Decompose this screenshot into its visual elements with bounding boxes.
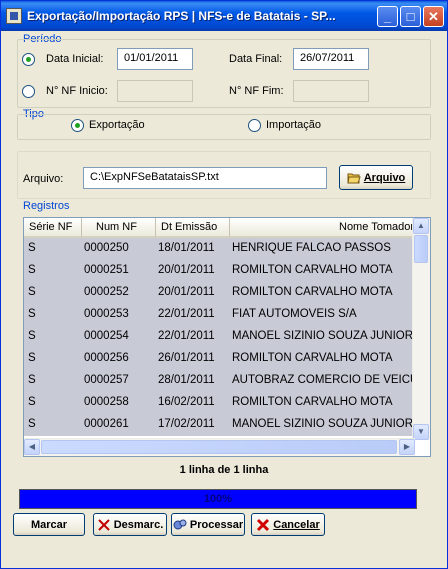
marcar-button[interactable]: Marcar xyxy=(13,513,85,536)
exportacao-radio[interactable] xyxy=(71,119,84,132)
table-cell: S xyxy=(28,264,36,276)
table-cell: S xyxy=(28,396,36,408)
column-header-dt[interactable]: Dt Emissão xyxy=(156,218,230,238)
export-import-window: Exportação/Importação RPS | NFS-e de Bat… xyxy=(0,0,448,569)
table-cell: 28/01/2011 xyxy=(158,374,215,386)
progress-label: 100% xyxy=(203,493,233,505)
table-cell: AUTOBRAZ COMÉRCIO DE VEÍCULOS xyxy=(232,374,414,386)
table-cell: ROMILTON CARVALHO MOTA xyxy=(232,264,393,276)
table-cell: S xyxy=(28,286,36,298)
arquivo-button-label: Arquivo xyxy=(363,171,406,184)
arquivo-field[interactable]: C:\ExpNFSeBatataisSP.txt xyxy=(83,167,327,189)
importacao-radio[interactable] xyxy=(248,119,261,132)
cancelar-button-label: Cancelar xyxy=(273,518,320,531)
title-bar[interactable]: Exportação/Importação RPS | NFS-e de Bat… xyxy=(1,1,447,31)
table-cell: 20/01/2011 xyxy=(158,286,215,298)
table-cell: ROMILTON CARVALHO MOTA xyxy=(232,352,393,364)
cancelar-button[interactable]: Cancelar xyxy=(251,513,325,536)
scroll-down-icon[interactable]: ▼ xyxy=(413,424,429,440)
maximize-button[interactable]: □ xyxy=(400,6,421,27)
table-row[interactable]: S 0000256 26/01/2011 ROMILTON CARVALHO MOTA xyxy=(24,348,415,370)
data-inicial-field[interactable]: 01/01/2011 xyxy=(117,48,193,70)
table-cell: 17/02/2011 xyxy=(158,418,215,430)
table-cell: S xyxy=(28,374,36,386)
table-cell: S xyxy=(28,418,36,430)
registros-section-label: Registros xyxy=(23,200,70,212)
window-title: Exportação/Importação RPS | NFS-e de Bat… xyxy=(27,9,336,23)
table-row[interactable]: S 0000254 22/01/2011 MANOEL SIZINIO SOUZA J… xyxy=(24,326,415,348)
horizontal-scroll-thumb[interactable] xyxy=(41,440,397,454)
nf-inicio-field[interactable] xyxy=(117,80,193,102)
table-cell: MANOEL SIZINIO SOUZA JUNIOR xyxy=(232,330,414,342)
table-row[interactable]: S 0000250 18/01/2011 HENRIQUE FALCÃO PASSOS xyxy=(24,238,415,260)
data-final-field[interactable]: 26/07/2011 xyxy=(293,48,369,70)
table-row[interactable]: S 0000261 17/02/2011 MANOEL SIZINIO SOUZA J… xyxy=(24,414,415,436)
desmarcar-button-label: Desmarc. xyxy=(113,518,164,531)
processar-button-label: Processar xyxy=(189,518,244,531)
registros-status: 1 linha de 1 linha xyxy=(179,464,269,476)
app-icon xyxy=(6,8,22,24)
column-header-nome[interactable]: Nome Tomador xyxy=(230,218,415,238)
table-cell: 0000254 xyxy=(84,330,129,342)
scroll-up-icon[interactable]: ▲ xyxy=(413,218,429,234)
close-button[interactable]: ✕ xyxy=(423,6,444,27)
data-inicial-label: Data Inicial: xyxy=(46,53,104,65)
table-row[interactable]: S 0000252 20/01/2011 ROMILTON CARVALHO MOTA xyxy=(24,282,415,304)
table-row[interactable]: S 0000258 16/02/2011 ROMILTON CARVALHO MOTA xyxy=(24,392,415,414)
table-row[interactable]: S 0000253 22/01/2011 FIAT AUTOMÓVEIS S/A xyxy=(24,304,415,326)
processar-button[interactable]: Processar xyxy=(171,513,245,536)
column-header-num[interactable]: Num NF xyxy=(82,218,156,238)
table-cell: S xyxy=(28,330,36,342)
table-row[interactable]: S 0000257 28/01/2011 AUTOBRAZ COMÉRCIO DE V… xyxy=(24,370,415,392)
data-radio[interactable] xyxy=(22,53,35,66)
table-cell: 0000261 xyxy=(84,418,129,430)
nf-fim-label: N° NF Fim: xyxy=(229,85,284,97)
table-cell: 18/01/2011 xyxy=(158,242,215,254)
table-cell: ROMILTON CARVALHO MOTA xyxy=(232,286,393,298)
table-cell: FIAT AUTOMÓVEIS S/A xyxy=(232,308,357,320)
table-cell: 0000253 xyxy=(84,308,129,320)
table-cell: 22/01/2011 xyxy=(158,308,215,320)
table-cell: 0000252 xyxy=(84,286,129,298)
table-cell: 0000256 xyxy=(84,352,129,364)
nf-radio[interactable] xyxy=(22,85,35,98)
table-cell: 0000251 xyxy=(84,264,129,276)
scroll-right-icon[interactable]: ▶ xyxy=(399,439,415,455)
table-cell: S xyxy=(28,352,36,364)
table-cell: 16/02/2011 xyxy=(158,396,215,408)
importacao-label[interactable]: Importação xyxy=(266,119,321,131)
data-final-label: Data Final: xyxy=(229,53,283,65)
table-cell: 22/01/2011 xyxy=(158,330,215,342)
table-row[interactable]: S 0000251 20/01/2011 ROMILTON CARVALHO MOTA xyxy=(24,260,415,282)
scroll-left-icon[interactable]: ◀ xyxy=(24,439,40,455)
gears-icon xyxy=(173,518,187,532)
table-cell: MANOEL SIZINIO SOUZA JUNIOR xyxy=(232,418,414,430)
cancel-x-icon xyxy=(256,518,270,532)
marcar-button-label: Marcar xyxy=(30,518,68,531)
arquivo-label: Arquivo: xyxy=(23,173,64,185)
exportacao-label[interactable]: Exportação xyxy=(89,119,145,131)
arquivo-button[interactable]: Arquivo xyxy=(339,165,413,190)
horizontal-scrollbar[interactable]: ◀ ▶ xyxy=(24,438,415,456)
table-cell: 0000257 xyxy=(84,374,129,386)
vertical-scroll-thumb[interactable] xyxy=(414,235,428,263)
folder-open-icon xyxy=(347,171,361,185)
nf-fim-field[interactable] xyxy=(293,80,369,102)
progress-bar: 100% xyxy=(19,489,417,509)
vertical-scrollbar[interactable]: ▲ ▼ xyxy=(412,218,430,440)
table-cell: 26/01/2011 xyxy=(158,352,215,364)
table-cell: 20/01/2011 xyxy=(158,264,215,276)
table-cell: HENRIQUE FALCÃO PASSOS xyxy=(232,242,391,254)
uncheck-icon xyxy=(97,518,111,532)
registros-grid[interactable]: Série NF Num NF Dt Emissão Nome Tomador … xyxy=(23,217,431,457)
table-cell: S xyxy=(28,242,36,254)
nf-inicio-label: N° NF Inicio: xyxy=(46,85,108,97)
table-cell: 0000258 xyxy=(84,396,129,408)
column-header-serie[interactable]: Série NF xyxy=(24,218,82,238)
table-cell: 0000250 xyxy=(84,242,129,254)
table-cell: S xyxy=(28,308,36,320)
minimize-button[interactable]: _ xyxy=(377,6,398,27)
desmarcar-button[interactable]: Desmarc. xyxy=(93,513,167,536)
table-cell: ROMILTON CARVALHO MOTA xyxy=(232,396,393,408)
